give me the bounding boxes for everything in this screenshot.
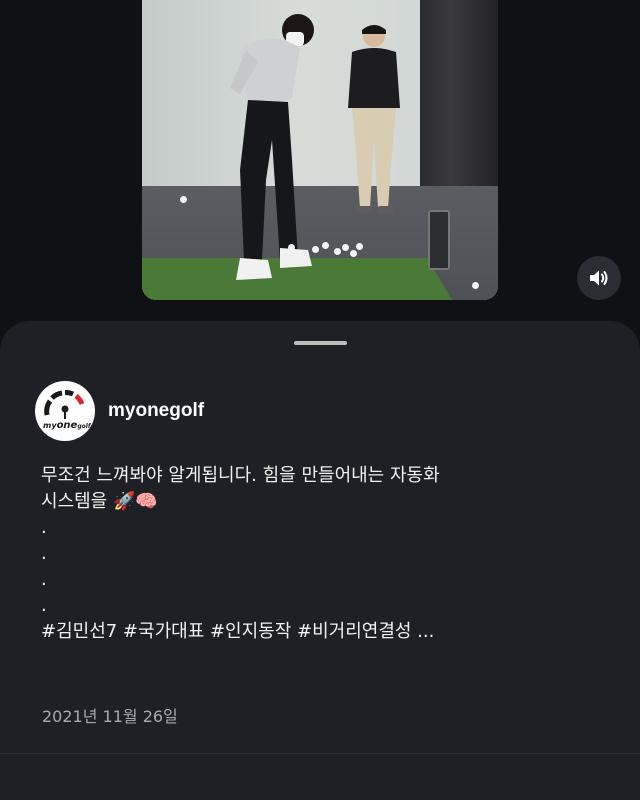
caption-dot: . [41,569,47,590]
sound-toggle-button[interactable] [577,256,621,300]
caption-dot: . [41,543,47,564]
video-golf-ball [350,250,357,257]
video-launch-monitor [428,210,450,270]
avatar[interactable]: myonegolf [35,381,95,441]
sheet-drag-handle[interactable] [294,341,347,345]
post-author[interactable]: myonegolf myonegolf [35,381,204,441]
myonegolf-logo-icon: myonegolf [43,389,92,431]
video-golf-ball [180,196,187,203]
caption-line: 무조건 느껴봐야 알게됩니다. 힘을 만들어내는 자동화 [41,465,440,486]
caption-line: 시스템을 🚀🧠 [41,491,158,512]
divider [0,753,640,754]
video-golfer-figure [230,14,314,280]
post-details-sheet: myonegolf myonegolf 무조건 느껴봐야 알게됩니다. 힘을 만… [0,321,640,800]
post-date: 2021년 11월 26일 [42,707,178,726]
video-coach-figure [348,25,400,214]
video-golf-ball [472,282,479,289]
video-golf-ball [322,242,329,249]
video-golf-ball [312,246,319,253]
video-golf-ball [334,248,341,255]
post-caption: 무조건 느껴봐야 알게됩니다. 힘을 만들어내는 자동화 시스템을 🚀🧠 . .… [41,463,601,645]
caption-dot: . [41,595,47,616]
video-golf-ball [356,243,363,250]
caption-hashtags[interactable]: #김민선7 #국가대표 #인지동작 #비거리연결성 ... [41,619,601,645]
video-golf-ball [288,244,295,251]
username[interactable]: myonegolf [108,400,204,422]
logo-text: myonegolf [43,420,92,431]
video-golf-ball [342,244,349,251]
caption-dot: . [41,517,47,538]
video-player[interactable] [142,0,498,300]
speaker-sound-on-icon [590,270,608,286]
